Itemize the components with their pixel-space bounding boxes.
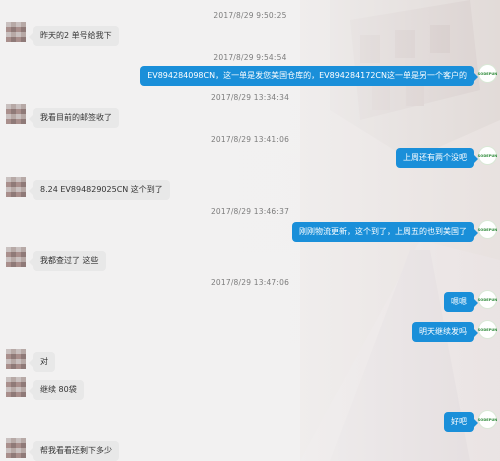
message-bubble-incoming: 昨天的2 单号给我下 bbox=[29, 26, 119, 46]
brand-avatar[interactable]: SODEPUN bbox=[478, 290, 497, 309]
message-bubble-incoming: 我都查过了 这些 bbox=[29, 251, 106, 271]
message-bubble-incoming: 我看目前的邮签收了 bbox=[29, 108, 119, 128]
message-bubble-incoming: 8.24 EV894829025CN 这个到了 bbox=[29, 180, 170, 200]
message-bubble-outgoing: 明天继续发吗 bbox=[412, 322, 478, 342]
message-bubble-outgoing: 嗯嗯 bbox=[444, 292, 478, 312]
message-bubble-outgoing: 上周还有两个没吧 bbox=[396, 148, 478, 168]
message-bubble-incoming: 对 bbox=[29, 352, 55, 372]
message-timestamp: 2017/8/29 13:41:06 bbox=[210, 135, 290, 144]
contact-avatar[interactable] bbox=[6, 247, 26, 267]
message-bubble-outgoing: 刚刚物流更新，这个到了，上周五的也到美国了 bbox=[292, 222, 478, 242]
contact-avatar[interactable] bbox=[6, 177, 26, 197]
contact-avatar[interactable] bbox=[6, 377, 26, 397]
brand-avatar[interactable]: SODEPUN bbox=[478, 64, 497, 83]
message-timestamp: 2017/8/29 13:46:37 bbox=[210, 207, 290, 216]
brand-avatar[interactable]: SODEPUN bbox=[478, 220, 497, 239]
brand-avatar[interactable]: SODEPUN bbox=[478, 410, 497, 429]
message-timestamp: 2017/8/29 9:50:25 bbox=[213, 11, 287, 20]
message-timestamp: 2017/8/29 13:47:06 bbox=[210, 278, 290, 287]
chat-panel[interactable]: 2017/8/29 9:50:25 昨天的2 单号给我下 2017/8/29 9… bbox=[0, 0, 500, 461]
message-bubble-incoming: 帮我看看还剩下多少 bbox=[29, 441, 119, 461]
contact-avatar[interactable] bbox=[6, 22, 26, 42]
message-timestamp: 2017/8/29 9:54:54 bbox=[213, 53, 287, 62]
contact-avatar[interactable] bbox=[6, 438, 26, 458]
message-bubble-outgoing: 好吧 bbox=[444, 412, 478, 432]
contact-avatar[interactable] bbox=[6, 349, 26, 369]
brand-avatar[interactable]: SODEPUN bbox=[478, 146, 497, 165]
brand-avatar[interactable]: SODEPUN bbox=[478, 320, 497, 339]
contact-avatar[interactable] bbox=[6, 104, 26, 124]
message-bubble-outgoing: EV894284098CN，这一单是发您美国仓库的，EV894284172CN这… bbox=[140, 66, 478, 86]
message-timestamp: 2017/8/29 13:34:34 bbox=[210, 93, 290, 102]
message-bubble-incoming: 继续 80袋 bbox=[29, 380, 84, 400]
